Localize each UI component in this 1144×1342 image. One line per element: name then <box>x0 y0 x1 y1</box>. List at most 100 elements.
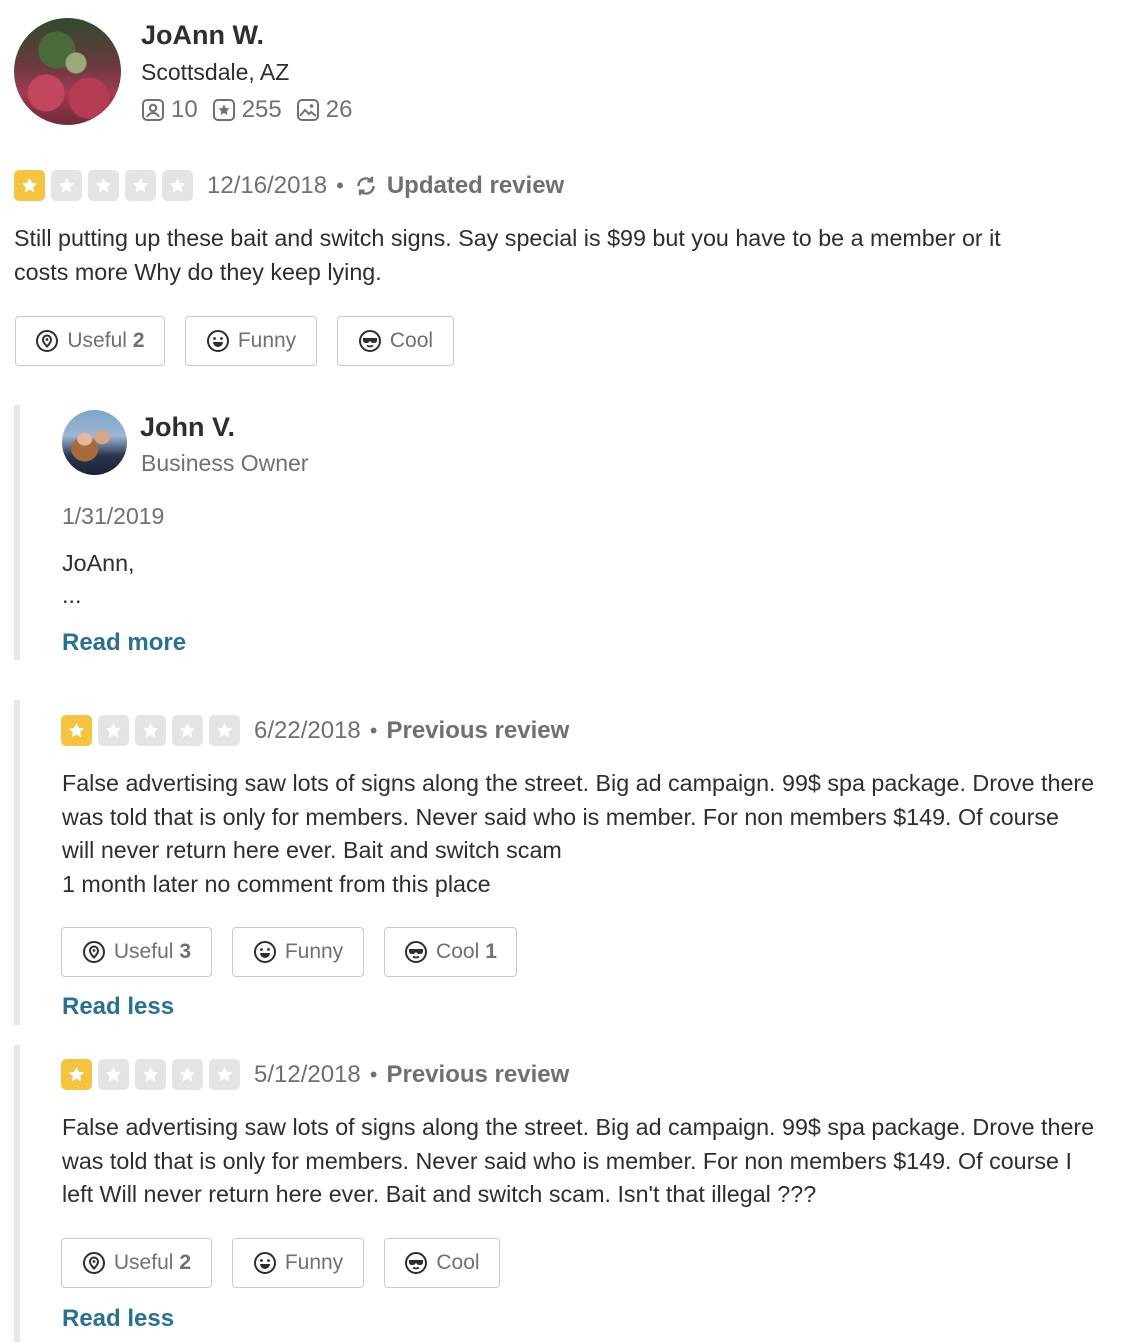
funny-label: Funny <box>237 329 297 352</box>
review-text-line: False advertising saw lots of signs alon… <box>62 1114 1095 1140</box>
reviewer-stats: 10 255 26 <box>141 96 366 124</box>
separator-dot: • <box>336 172 344 198</box>
previous-review-rail <box>14 700 20 1025</box>
funny-button[interactable]: Funny <box>185 316 317 366</box>
cool-button[interactable]: Cool 1 <box>384 927 517 977</box>
review-status: Previous review <box>386 1060 570 1088</box>
funny-icon <box>253 1252 276 1274</box>
reply-text: JoAnn, ... <box>62 547 135 609</box>
useful-icon <box>82 1252 105 1274</box>
useful-icon <box>82 941 105 963</box>
cool-button[interactable]: Cool <box>384 1238 500 1288</box>
funny-button[interactable]: Funny <box>232 927 364 977</box>
useful-button[interactable]: Useful 3 <box>61 927 212 977</box>
review-text: Still putting up these bait and switch s… <box>14 222 1134 289</box>
funny-icon <box>206 330 229 352</box>
star-icon <box>209 715 240 746</box>
funny-button[interactable]: Funny <box>232 1238 364 1288</box>
photo-icon <box>296 99 319 121</box>
review-meta: 12/16/2018 • Updated review <box>207 170 564 201</box>
reviewer-location: Scottsdale, AZ <box>141 59 290 85</box>
review-text-line: will never return here ever. Bait and sw… <box>62 837 562 863</box>
review-meta: 5/12/2018 • Previous review <box>254 1059 569 1090</box>
useful-icon <box>36 330 59 352</box>
photos-count: 26 <box>325 96 353 123</box>
funny-icon <box>253 941 276 963</box>
useful-count: 2 <box>132 329 145 352</box>
star-icon <box>98 1059 129 1090</box>
useful-label: Useful <box>67 329 127 352</box>
star-icon <box>98 715 129 746</box>
star-rating <box>14 170 199 201</box>
funny-label: Funny <box>284 1251 344 1274</box>
reviews-count: 255 <box>241 96 282 123</box>
star-icon <box>172 715 203 746</box>
reply-date: 1/31/2019 <box>62 503 165 529</box>
star-icon <box>125 170 156 201</box>
owner-avatar[interactable] <box>62 410 127 475</box>
review-star-icon <box>212 99 235 121</box>
review-status: Previous review <box>386 716 570 744</box>
updated-review-label: Updated review <box>353 172 564 200</box>
friends-stat: 10 <box>141 96 198 124</box>
useful-count: 3 <box>179 940 192 963</box>
review-date: 5/12/2018 <box>254 1060 361 1088</box>
useful-button[interactable]: Useful 2 <box>61 1238 212 1288</box>
separator-dot: • <box>369 1061 378 1087</box>
star-icon <box>51 170 82 201</box>
read-more-link[interactable]: Read more <box>62 629 186 657</box>
star-icon <box>162 170 193 201</box>
read-less-link[interactable]: Read less <box>62 993 174 1021</box>
cool-icon <box>358 330 381 352</box>
review-text: False advertising saw lots of signs alon… <box>62 767 1140 901</box>
useful-button[interactable]: Useful 2 <box>15 316 165 366</box>
review-text-line: False advertising saw lots of signs alon… <box>62 770 1095 796</box>
review-meta: 6/22/2018 • Previous review <box>254 715 569 746</box>
funny-label: Funny <box>284 940 344 963</box>
read-less-link[interactable]: Read less <box>62 1305 174 1333</box>
refresh-icon <box>357 176 375 195</box>
friends-count: 10 <box>171 96 198 123</box>
review-text: False advertising saw lots of signs alon… <box>62 1111 1140 1212</box>
cool-icon <box>405 941 428 963</box>
star-icon <box>61 715 92 746</box>
review-text-line: Still putting up these bait and switch s… <box>14 225 1001 251</box>
star-rating <box>61 715 246 746</box>
review-text-line: 1 month later no comment from this place <box>62 870 491 897</box>
reply-text-ellipsis: ... <box>62 581 82 608</box>
review-text-line: was told that is only for members. Never… <box>62 1147 1072 1174</box>
star-icon <box>61 1059 92 1090</box>
star-icon <box>209 1059 240 1090</box>
reviewer-avatar[interactable] <box>14 18 121 125</box>
reply-text-line: JoAnn, <box>62 550 135 576</box>
cool-count: 1 <box>485 940 497 963</box>
cool-label: Cool <box>436 940 480 963</box>
cool-icon <box>405 1252 428 1274</box>
useful-label: Useful <box>113 1251 174 1274</box>
star-icon <box>14 170 45 201</box>
review-date: 12/16/2018 <box>207 171 328 199</box>
reviews-stat: 255 <box>212 96 282 124</box>
reply-rail <box>14 405 20 660</box>
reviewer-name[interactable]: JoAnn W. <box>141 20 264 51</box>
friends-icon <box>142 99 164 121</box>
star-icon <box>88 170 119 201</box>
cool-label: Cool <box>389 329 434 352</box>
star-icon <box>172 1059 203 1090</box>
owner-role: Business Owner <box>141 450 309 476</box>
star-icon <box>135 1059 166 1090</box>
separator-dot: • <box>369 717 378 743</box>
cool-button[interactable]: Cool <box>337 316 454 366</box>
review-status: Updated review <box>386 171 565 199</box>
star-rating <box>61 1059 246 1090</box>
review-text-line: costs more Why do they keep lying. <box>14 258 382 285</box>
cool-label: Cool <box>436 1251 480 1274</box>
review-date: 6/22/2018 <box>254 716 361 744</box>
photos-stat: 26 <box>296 96 353 124</box>
owner-name[interactable]: John V. <box>140 412 235 443</box>
review-text-line: left Will never return here ever. Bait a… <box>62 1181 817 1207</box>
useful-label: Useful <box>113 940 174 963</box>
review-text-line: was told that is only for members. Never… <box>62 803 1059 830</box>
star-icon <box>135 715 166 746</box>
useful-count: 2 <box>179 1251 192 1274</box>
